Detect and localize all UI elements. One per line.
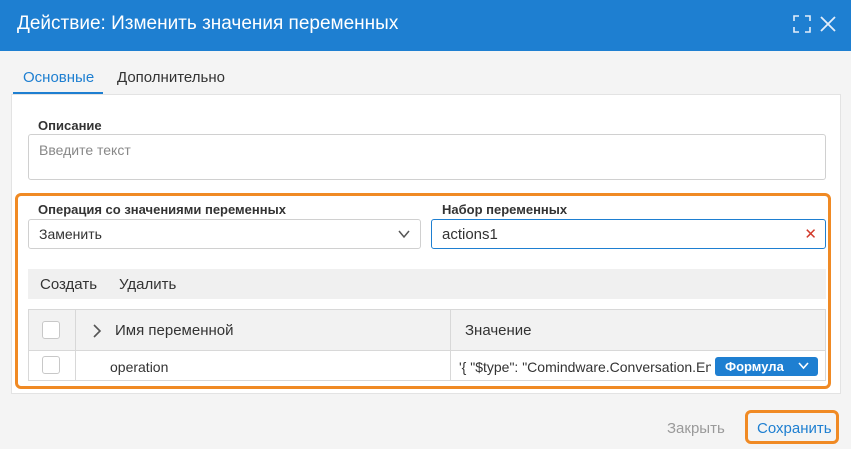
- formula-mode-label: Формула: [725, 359, 784, 374]
- operation-label: Операция со значениями переменных: [38, 202, 286, 217]
- clear-icon[interactable]: ✕: [804, 225, 817, 243]
- create-button[interactable]: Создать: [40, 276, 97, 293]
- column-divider: [450, 310, 451, 380]
- save-button[interactable]: Сохранить: [745, 410, 839, 444]
- select-all-checkbox[interactable]: [42, 321, 60, 339]
- close-icon[interactable]: [818, 14, 838, 34]
- chevron-right-icon[interactable]: [91, 323, 103, 339]
- dialog-title: Действие: Изменить значения переменных: [17, 13, 399, 34]
- formula-mode-dropdown[interactable]: Формула: [715, 357, 818, 376]
- tab-additional[interactable]: Дополнительно: [117, 62, 225, 94]
- delete-button[interactable]: Удалить: [119, 276, 176, 293]
- expand-icon[interactable]: [792, 14, 812, 34]
- grid-toolbar: Создать Удалить: [28, 269, 826, 299]
- variable-name-cell[interactable]: operation: [110, 359, 168, 375]
- settings-panel: Описание Введите текст Операция со значе…: [11, 94, 841, 394]
- variable-set-value: actions1: [442, 226, 498, 243]
- operation-select[interactable]: Заменить: [28, 219, 421, 249]
- column-header-value[interactable]: Значение: [465, 322, 532, 339]
- chevron-down-icon: [398, 230, 410, 239]
- variable-set-label: Набор переменных: [442, 202, 568, 217]
- description-label: Описание: [38, 118, 102, 133]
- column-divider: [75, 310, 76, 380]
- close-button[interactable]: Закрыть: [667, 420, 725, 437]
- variable-set-input[interactable]: actions1 ✕: [431, 219, 826, 249]
- tab-main[interactable]: Основные: [13, 62, 103, 94]
- operation-selected-value: Заменить: [39, 226, 102, 242]
- variables-table: Имя переменной Значение operation '{ "$t…: [28, 309, 826, 381]
- chevron-down-icon: [798, 362, 809, 370]
- dialog-header: Действие: Изменить значения переменных: [0, 0, 851, 51]
- description-field[interactable]: Введите текст: [28, 134, 826, 180]
- column-header-name[interactable]: Имя переменной: [115, 322, 233, 339]
- variable-value-cell[interactable]: '{ "$type": "Comindware.Conversation.Ent: [459, 359, 711, 375]
- row-checkbox[interactable]: [42, 356, 60, 374]
